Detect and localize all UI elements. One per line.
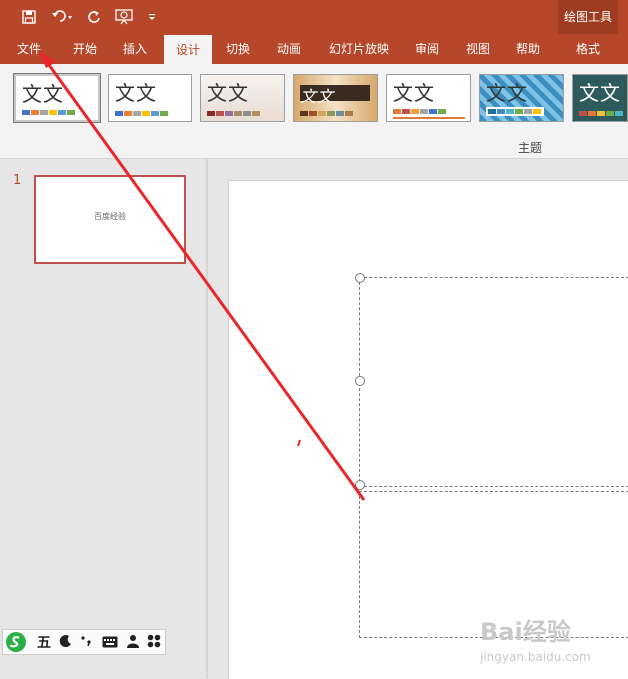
user-icon[interactable] bbox=[126, 633, 144, 652]
sogou-icon[interactable] bbox=[5, 631, 27, 653]
punctuation-icon[interactable] bbox=[80, 633, 98, 652]
grid-icon[interactable] bbox=[147, 633, 165, 652]
input-mode-label: 五 bbox=[37, 635, 51, 651]
annotation-arrow bbox=[38, 50, 366, 501]
moon-icon[interactable] bbox=[59, 633, 77, 652]
watermark-logo: Bai经验 bbox=[480, 618, 571, 646]
input-method-toolbar[interactable]: 五 bbox=[2, 629, 166, 655]
keyboard-icon[interactable] bbox=[102, 633, 122, 652]
watermark-url: jingyan.baidu.com bbox=[480, 650, 591, 664]
